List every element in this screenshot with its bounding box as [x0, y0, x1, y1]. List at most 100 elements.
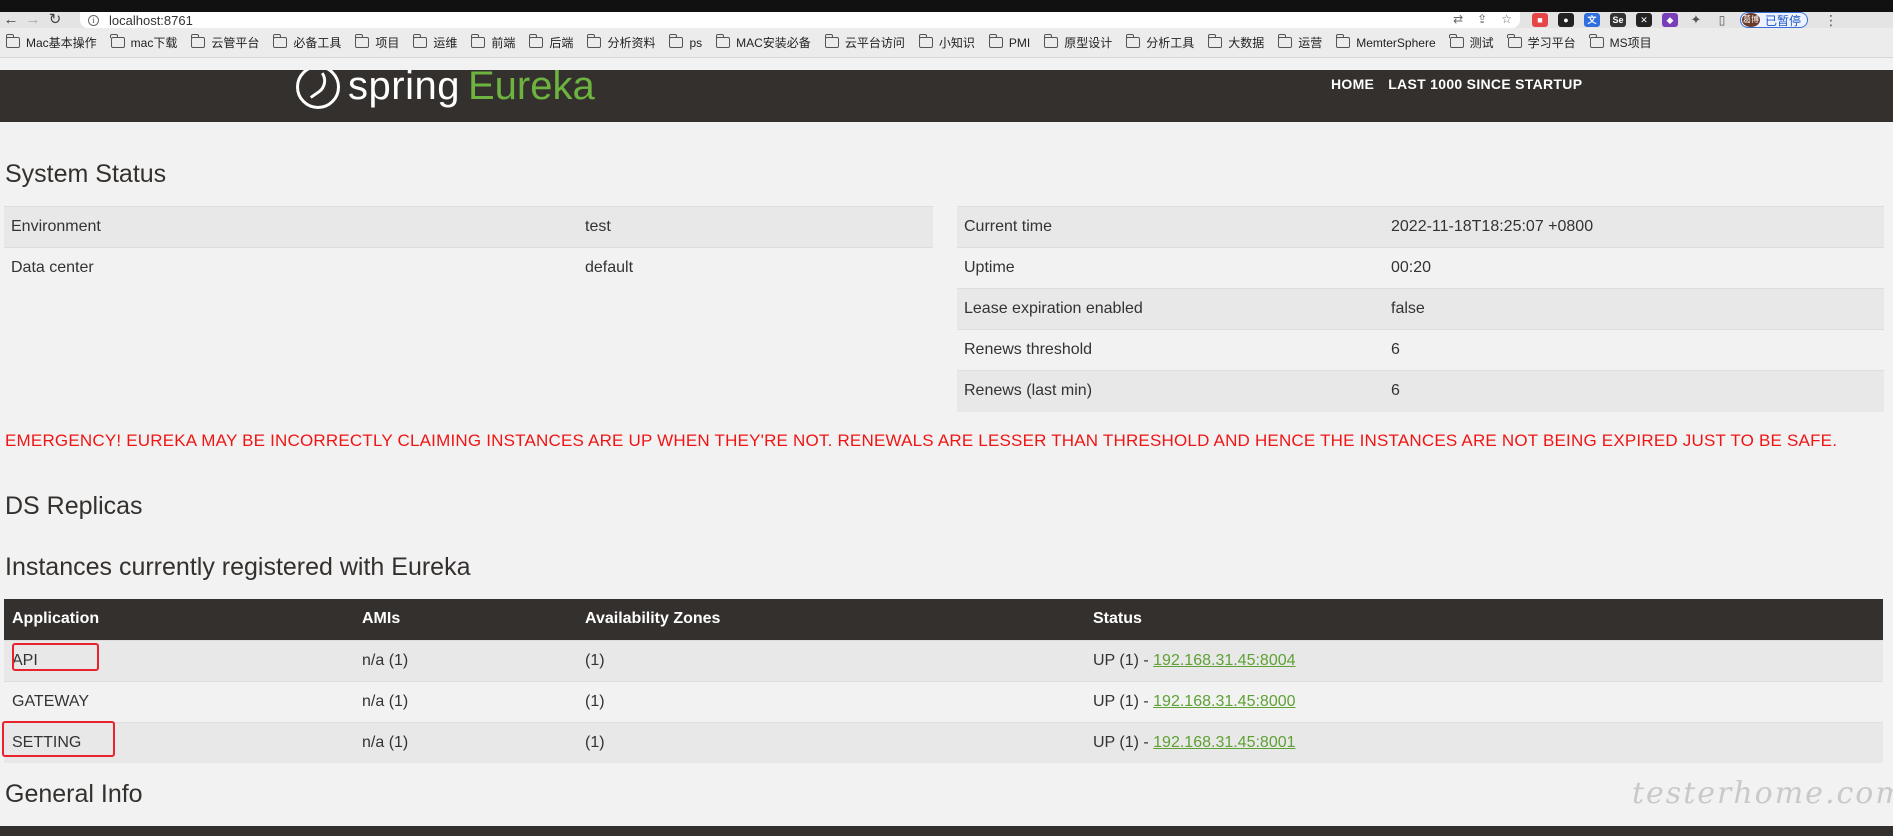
bookmark-folder[interactable]: 学习平台: [1507, 34, 1576, 51]
folder-icon: [1125, 34, 1141, 48]
bookmark-folder[interactable]: 分析工具: [1125, 34, 1194, 51]
url-field[interactable]: i localhost:8761 ⇄ ⇪ ☆: [80, 12, 1520, 28]
extension-dark-icon[interactable]: ●: [1558, 13, 1574, 27]
extension-translate-icon[interactable]: 文: [1584, 13, 1600, 27]
folder-icon: [988, 34, 1003, 48]
column-header-amis: AMIs: [354, 599, 577, 640]
status-value: 6: [1384, 370, 1884, 412]
bookmark-folder[interactable]: ps: [669, 34, 703, 50]
extensions-puzzle-icon[interactable]: ✦: [1688, 13, 1704, 27]
instance-link[interactable]: 192.168.31.45:8000: [1153, 693, 1295, 710]
bookmark-folder[interactable]: 原型设计: [1043, 34, 1112, 51]
share-icon[interactable]: ⇪: [1477, 12, 1487, 26]
bookmark-label: 测试: [1469, 36, 1494, 50]
bookmark-folder[interactable]: 前端: [471, 34, 515, 51]
system-status-right-table: Current time 2022-11-18T18:25:07 +0800 U…: [957, 206, 1884, 412]
bookmark-label: ps: [689, 35, 703, 50]
spring-eureka-logo[interactable]: spring Eureka: [296, 70, 595, 109]
bookmark-label: 分析资料: [607, 36, 656, 50]
bookmark-folder[interactable]: mac下载: [110, 34, 178, 51]
bookmark-folder[interactable]: 大数据: [1207, 34, 1264, 51]
status-value: 2022-11-18T18:25:07 +0800: [1384, 206, 1884, 248]
zones-cell: (1): [577, 639, 1085, 681]
status-row-uptime: Uptime 00:20: [957, 247, 1884, 289]
status-label: Lease expiration enabled: [957, 288, 1384, 330]
status-label: Uptime: [957, 247, 1384, 289]
url-text[interactable]: localhost:8761: [109, 13, 193, 28]
url-actions: ⇄ ⇪ ☆: [1453, 12, 1512, 26]
bookmark-folder[interactable]: 后端: [529, 34, 573, 51]
status-label: Environment: [4, 206, 578, 248]
status-cell: UP (1) - 192.168.31.45:8004: [1085, 639, 1883, 681]
bookmark-folder[interactable]: 分析资料: [587, 34, 655, 51]
bookmark-label: MS项目: [1609, 36, 1652, 50]
status-cell: UP (1) - 192.168.31.45:8000: [1085, 680, 1883, 722]
forward-arrow-icon[interactable]: →: [22, 12, 44, 28]
extension-red-icon[interactable]: ■: [1532, 13, 1548, 27]
bookmark-folder[interactable]: MS项目: [1589, 34, 1652, 51]
status-label: Current time: [957, 206, 1384, 248]
bookmark-folder[interactable]: PMI: [988, 34, 1030, 50]
status-value: default: [578, 247, 933, 289]
bookmark-label: 学习平台: [1527, 36, 1576, 50]
spring-leaf-icon: [296, 70, 340, 109]
bookmark-folder[interactable]: 云管平台: [191, 34, 259, 51]
instance-link[interactable]: 192.168.31.45:8004: [1153, 652, 1295, 669]
bookmark-label: 前端: [491, 36, 516, 50]
bookmark-label: 项目: [375, 36, 400, 50]
avatar: 葛博: [1742, 13, 1760, 27]
browser-menu-icon[interactable]: ⋮: [1824, 12, 1838, 29]
nav-last-1000-link[interactable]: LAST 1000 SINCE STARTUP: [1388, 76, 1582, 92]
bookmark-label: mac下载: [130, 36, 178, 50]
status-value: test: [578, 206, 933, 248]
annotation-highlight-setting: [2, 721, 115, 757]
extension-icons: ■ ● 文 Se ✕ ◆ ✦ ▯ 葛博 已暂停 ⋮: [1532, 12, 1838, 29]
bookmark-folder[interactable]: 小知识: [918, 34, 975, 51]
bookmark-folder[interactable]: MAC安装必备: [715, 34, 811, 51]
translate-icon[interactable]: ⇄: [1453, 12, 1463, 26]
folder-icon: [715, 34, 731, 48]
profile-button[interactable]: 葛博 已暂停: [1740, 12, 1809, 28]
extension-x-icon[interactable]: ✕: [1636, 13, 1652, 27]
extension-cube-icon[interactable]: ◆: [1662, 13, 1678, 27]
amis-cell: n/a (1): [354, 721, 577, 763]
nav-home-link[interactable]: HOME: [1331, 76, 1374, 92]
status-row-data-center: Data center default: [4, 247, 933, 289]
column-header-zones: Availability Zones: [577, 599, 1085, 640]
system-status-heading: System Status: [5, 160, 167, 188]
status-row-renews-threshold: Renews threshold 6: [957, 329, 1884, 371]
site-info-icon[interactable]: i: [88, 14, 99, 26]
bookmark-folder[interactable]: 项目: [355, 34, 399, 51]
nav-links: HOME LAST 1000 SINCE STARTUP: [1331, 76, 1582, 92]
bookmark-star-icon[interactable]: ☆: [1501, 12, 1512, 26]
extension-selenium-icon[interactable]: Se: [1610, 13, 1626, 27]
bookmark-folder[interactable]: 必备工具: [273, 34, 341, 51]
status-row-lease-expiration: Lease expiration enabled false: [957, 288, 1884, 330]
column-header-status: Status: [1085, 599, 1883, 640]
bookmark-label: 小知识: [938, 36, 975, 50]
bookmark-label: MAC安装必备: [736, 36, 811, 50]
bookmark-folder[interactable]: 云平台访问: [824, 34, 905, 51]
bookmark-folder[interactable]: MemterSphere: [1335, 34, 1436, 50]
zones-cell: (1): [577, 721, 1085, 763]
folder-icon: [529, 34, 544, 48]
folder-icon: [413, 34, 428, 48]
bookmark-folder[interactable]: Mac基本操作: [5, 34, 97, 51]
folder-icon: [5, 34, 20, 48]
bookmark-folder[interactable]: 运营: [1277, 34, 1322, 51]
folder-icon: [918, 34, 933, 48]
status-row-current-time: Current time 2022-11-18T18:25:07 +0800: [957, 206, 1884, 248]
profile-status-label: 已暂停: [1765, 13, 1802, 28]
amis-cell: n/a (1): [354, 680, 577, 722]
bookmarks-bar: Mac基本操作 mac下载 云管平台 必备工具 项目 运维 前端 后端 分析资料 ps MAC安装必…: [0, 28, 1893, 58]
reload-icon[interactable]: ↻: [44, 12, 66, 28]
bookmark-folder[interactable]: 运维: [413, 34, 457, 51]
sidepanel-icon[interactable]: ▯: [1714, 13, 1730, 27]
back-arrow-icon[interactable]: ←: [0, 12, 22, 28]
folder-icon: [471, 34, 486, 48]
status-label: Data center: [4, 247, 578, 289]
instance-link[interactable]: 192.168.31.45:8001: [1153, 734, 1295, 751]
folder-icon: [1043, 34, 1059, 48]
bookmark-folder[interactable]: 测试: [1449, 34, 1494, 51]
address-bar-row: ← → ↻ i localhost:8761 ⇄ ⇪ ☆ ■ ● 文 Se ✕ …: [0, 12, 1893, 28]
